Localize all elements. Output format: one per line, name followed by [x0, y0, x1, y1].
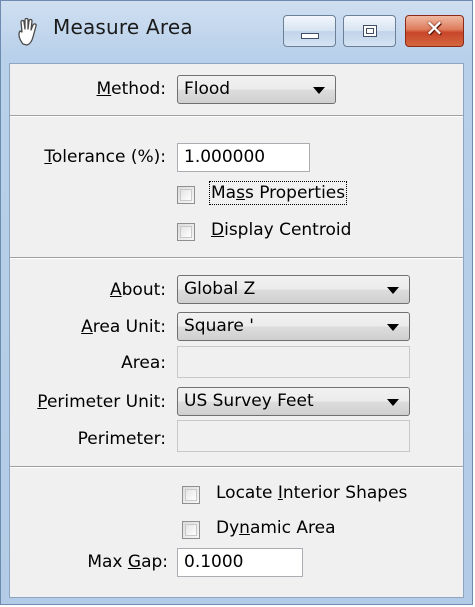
max-gap-input[interactable]: 0.1000	[177, 548, 303, 577]
display-centroid-label-accel: D	[211, 220, 225, 240]
area-unit-value: Square '	[184, 316, 254, 336]
area-unit-label-suffix: rea Unit:	[92, 317, 166, 337]
perimeter-unit-dropdown[interactable]: US Survey Feet	[177, 387, 410, 416]
tolerance-value: 1.000000	[184, 147, 266, 167]
measure-area-window: Measure Area ✕ Method: Flood Tolerance (…	[0, 0, 473, 605]
close-button[interactable]: ✕	[405, 15, 464, 47]
mass-properties-label-prefix: Ma	[211, 183, 237, 203]
perimeter-field	[177, 420, 410, 452]
window-title: Measure Area	[53, 15, 193, 39]
max-gap-value: 0.1000	[184, 552, 244, 572]
maximize-icon	[363, 25, 377, 37]
about-value: Global Z	[184, 279, 256, 299]
perimeter-unit-value: US Survey Feet	[184, 391, 314, 411]
about-label: About:	[50, 280, 166, 300]
dynamic-area-label-accel: n	[239, 518, 250, 538]
maximize-button[interactable]	[343, 15, 396, 47]
chevron-down-icon	[313, 87, 325, 94]
separator	[10, 115, 463, 117]
chevron-down-icon	[387, 399, 399, 406]
method-dropdown[interactable]: Flood	[177, 75, 336, 104]
separator	[10, 257, 463, 259]
perimeter-label: Perimeter:	[77, 429, 166, 449]
separator	[10, 466, 463, 468]
perimeter-unit-label: Perimeter Unit:	[12, 392, 166, 412]
perimeter-unit-label-accel: P	[37, 392, 47, 412]
title-bar[interactable]: Measure Area ✕	[1, 1, 472, 63]
method-label-suffix: ethod:	[111, 79, 166, 99]
about-label-suffix: bout:	[121, 280, 166, 300]
area-field	[177, 346, 410, 378]
close-icon: ✕	[425, 17, 444, 42]
locate-interior-label-suffix: nterior Shapes	[282, 483, 408, 503]
about-dropdown[interactable]: Global Z	[177, 275, 410, 304]
minimize-button[interactable]	[283, 15, 336, 47]
method-value: Flood	[184, 79, 231, 99]
max-gap-label-accel: G	[127, 552, 142, 572]
dialog-body: Method: Flood Tolerance (%): 1.000000 Ma…	[9, 63, 464, 598]
mass-properties-label-suffix: s Properties	[244, 183, 346, 203]
mass-properties-label[interactable]: Mass Properties	[208, 181, 348, 205]
dynamic-area-label-prefix: Dy	[216, 518, 240, 538]
tolerance-label-accel: T	[44, 147, 52, 167]
locate-interior-shapes-checkbox[interactable]	[182, 486, 200, 504]
about-label-accel: A	[110, 280, 122, 300]
chevron-down-icon	[387, 287, 399, 294]
locate-interior-shapes-label[interactable]: Locate Interior Shapes	[216, 483, 407, 503]
dynamic-area-checkbox[interactable]	[182, 521, 200, 539]
dynamic-area-label[interactable]: Dynamic Area	[216, 518, 336, 538]
display-centroid-label-suffix: isplay Centroid	[224, 220, 352, 240]
display-centroid-checkbox[interactable]	[177, 223, 195, 241]
measure-area-hand-icon	[18, 17, 37, 46]
area-label: Area:	[121, 353, 166, 373]
display-centroid-label[interactable]: Display Centroid	[211, 220, 351, 240]
tolerance-label-suffix: olerance (%):	[51, 147, 166, 167]
area-unit-label: Area Unit:	[30, 317, 166, 337]
tolerance-label: Tolerance (%):	[20, 147, 166, 167]
area-unit-label-accel: A	[81, 317, 93, 337]
max-gap-label: Max Gap:	[50, 552, 168, 572]
mass-properties-label-accel: s	[236, 183, 245, 203]
perimeter-unit-label-suffix: erimeter Unit:	[46, 392, 166, 412]
area-unit-dropdown[interactable]: Square '	[177, 312, 410, 341]
locate-interior-label-prefix: Locate	[216, 483, 278, 503]
mass-properties-checkbox[interactable]	[177, 186, 195, 204]
method-label: Method:	[70, 79, 167, 99]
method-label-accel: M	[96, 79, 112, 99]
tolerance-input[interactable]: 1.000000	[177, 143, 310, 172]
chevron-down-icon	[387, 324, 399, 331]
max-gap-label-prefix: Max	[87, 552, 128, 572]
minimize-icon	[301, 33, 319, 39]
max-gap-label-suffix: ap:	[141, 552, 168, 572]
dynamic-area-label-suffix: amic Area	[249, 518, 336, 538]
